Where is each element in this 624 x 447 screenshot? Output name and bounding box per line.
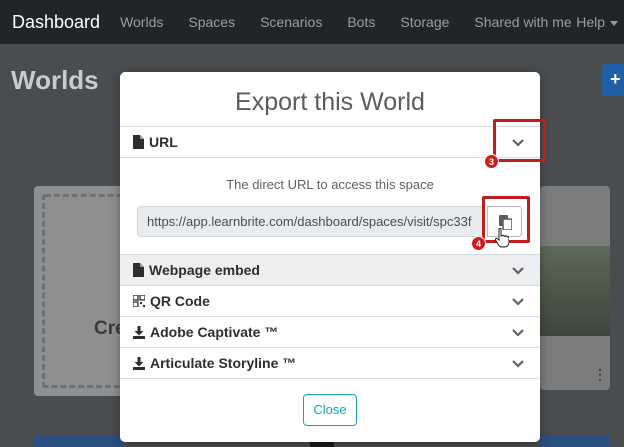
close-button[interactable]: Close [303, 394, 357, 426]
url-field[interactable]: https://app.learnbrite.com/dashboard/spa… [137, 206, 483, 237]
file-icon [133, 263, 144, 277]
caret-down-icon [610, 20, 618, 26]
chevron-down-icon[interactable] [512, 295, 524, 307]
nav-scenarios[interactable]: Scenarios [260, 14, 322, 30]
highlight-box-step-3 [493, 119, 546, 162]
nav-shared-with-me[interactable]: Shared with me [474, 14, 571, 30]
top-navbar: Dashboard Worlds Spaces Scenarios Bots S… [0, 0, 624, 44]
world-card-bottom [34, 435, 124, 447]
nav-help-dropdown[interactable]: Help [576, 14, 618, 30]
accordion-url-label: URL [149, 134, 178, 150]
accordion-qr-code-header[interactable]: QR Code [120, 285, 540, 316]
accordion-adobe-captivate-label: Adobe Captivate ™ [150, 324, 279, 340]
accordion-webpage-embed-label: Webpage embed [149, 262, 260, 278]
world-thumbnail [540, 246, 610, 336]
world-card[interactable] [540, 186, 610, 390]
nav-worlds[interactable]: Worlds [120, 14, 163, 30]
nav-brand[interactable]: Dashboard [12, 12, 100, 33]
accordion-webpage-embed-header[interactable]: Webpage embed [120, 254, 540, 285]
qr-code-icon [133, 295, 145, 307]
divider [120, 378, 540, 379]
nav-storage[interactable]: Storage [400, 14, 449, 30]
hand-cursor-icon [495, 228, 509, 248]
world-card-bottom [540, 435, 610, 447]
step-3-badge: 3 [484, 154, 499, 169]
url-description: The direct URL to access this space [226, 177, 434, 192]
add-world-button[interactable]: + [602, 64, 624, 96]
kebab-menu-icon[interactable]: ⋮ [593, 366, 607, 383]
download-icon [133, 356, 145, 370]
accordion-articulate-storyline-header[interactable]: Articulate Storyline ™ [120, 347, 540, 378]
chevron-down-icon[interactable] [512, 264, 524, 276]
file-icon [133, 135, 144, 149]
accordion-articulate-storyline-label: Articulate Storyline ™ [150, 355, 297, 371]
accordion-url-header[interactable]: URL [120, 126, 540, 157]
accordion-adobe-captivate-header[interactable]: Adobe Captivate ™ [120, 316, 540, 347]
page-title: Worlds [11, 65, 99, 95]
nav-spaces[interactable]: Spaces [188, 14, 235, 30]
step-4-badge: 4 [471, 236, 486, 251]
download-icon [133, 325, 145, 339]
chevron-down-icon[interactable] [512, 357, 524, 369]
modal-title: Export this World [235, 88, 425, 116]
nav-help-label: Help [576, 14, 605, 30]
chevron-down-icon[interactable] [512, 326, 524, 338]
nav-bots[interactable]: Bots [347, 14, 375, 30]
export-world-modal: Export this World URL The direct URL to … [120, 72, 540, 442]
accordion-qr-code-label: QR Code [150, 293, 210, 309]
